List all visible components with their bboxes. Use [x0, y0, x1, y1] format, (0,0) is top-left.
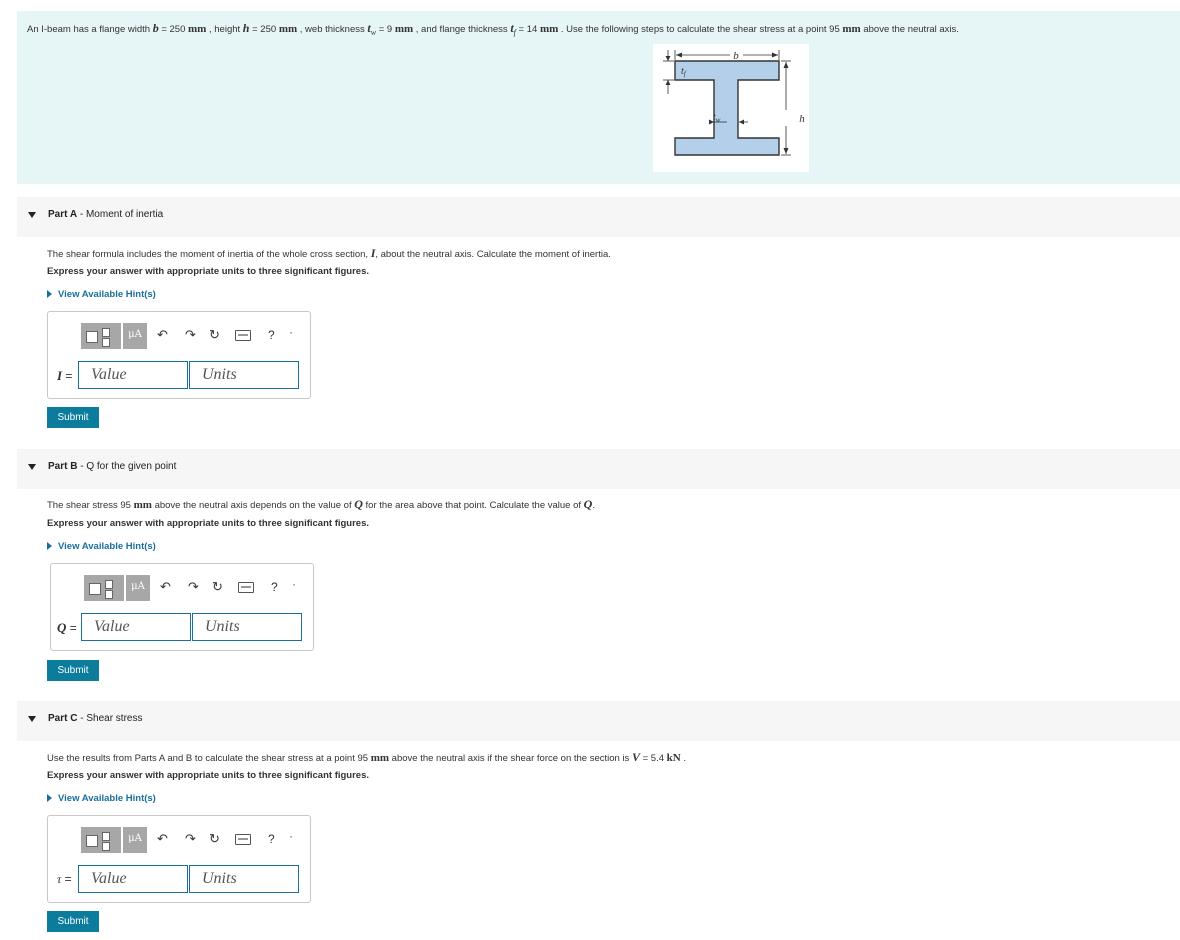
undo-icon[interactable]: ↶ — [157, 831, 168, 847]
problem-text: above the neutral axis. — [860, 24, 959, 35]
part-b-variable-label: Q = — [57, 620, 77, 635]
help-icon[interactable]: ? — [271, 579, 278, 595]
templates-icon[interactable] — [81, 827, 121, 853]
problem-text: , height — [206, 24, 243, 35]
unit-mm: mm — [842, 23, 861, 35]
keyboard-icon[interactable] — [235, 834, 251, 845]
ibeam-diagram: b tf tw h — [653, 44, 809, 172]
reset-icon[interactable]: ↻ — [209, 831, 220, 847]
part-c-answer-box: μA ↶ ↷ ↻ ? · τ = Value Units — [47, 815, 311, 903]
ibeam-cross-section: b tf tw h — [663, 50, 805, 156]
math-toolbar: μA ↶ ↷ ↻ ? · — [81, 827, 301, 853]
problem-text: . Use the following steps to calculate t… — [558, 24, 843, 35]
problem-text: = 250 — [249, 24, 279, 35]
part-a-variable-label: I = — [57, 368, 73, 383]
part-c-variable-label: τ = — [57, 872, 72, 886]
undo-icon[interactable]: ↶ — [160, 579, 171, 595]
part-a-instruction: Express your answer with appropriate uni… — [47, 266, 370, 277]
expand-triangle-icon — [47, 794, 52, 803]
part-a-prompt: The shear formula includes the moment of… — [47, 246, 611, 260]
templates-icon[interactable] — [84, 575, 124, 601]
more-icon[interactable]: · — [292, 577, 296, 591]
part-a-units-input[interactable]: Units — [189, 361, 299, 389]
keyboard-icon[interactable] — [238, 582, 254, 593]
unit-mm: mm — [539, 23, 559, 35]
part-b-units-input[interactable]: Units — [192, 613, 302, 641]
part-b-hint-link[interactable]: View Available Hint(s) — [47, 541, 156, 552]
more-icon[interactable]: · — [289, 829, 293, 843]
part-b-answer-box: μA ↶ ↷ ↻ ? · Q = Value Units — [50, 563, 314, 651]
part-b-value-input[interactable]: Value — [81, 613, 191, 641]
redo-icon[interactable]: ↷ — [185, 831, 196, 847]
templates-icon[interactable] — [81, 323, 121, 349]
part-c-value-input[interactable]: Value — [78, 865, 188, 893]
problem-text: , web thickness — [297, 24, 368, 35]
help-icon[interactable]: ? — [268, 327, 275, 343]
part-c-header[interactable]: Part C - Shear stress — [17, 701, 1180, 741]
redo-icon[interactable]: ↷ — [185, 327, 196, 343]
problem-text: An I-beam has a flange width — [27, 24, 153, 35]
diagram-label-b: b — [733, 50, 739, 62]
more-icon[interactable]: · — [289, 325, 293, 339]
problem-text: = 250 — [158, 24, 189, 35]
undo-icon[interactable]: ↶ — [157, 327, 168, 343]
unit-mm: mm — [394, 23, 414, 35]
collapse-caret-icon[interactable] — [28, 716, 36, 722]
collapse-caret-icon[interactable] — [28, 464, 36, 470]
part-b-title: Part B - Q for the given point — [48, 461, 177, 472]
expand-triangle-icon — [47, 542, 52, 551]
units-symbol-icon[interactable]: μA — [123, 827, 147, 853]
part-c-title: Part C - Shear stress — [48, 713, 143, 724]
problem-text: = 14 — [515, 24, 540, 35]
part-c-units-input[interactable]: Units — [189, 865, 299, 893]
problem-text: = 9 — [376, 24, 395, 35]
units-symbol-icon[interactable]: μA — [126, 575, 150, 601]
math-toolbar: μA ↶ ↷ ↻ ? · — [81, 323, 301, 349]
part-b-prompt: The shear stress 95 mm above the neutral… — [47, 497, 595, 511]
collapse-caret-icon[interactable] — [28, 212, 36, 218]
unit-mm: mm — [188, 23, 207, 35]
help-icon[interactable]: ? — [268, 831, 275, 847]
reset-icon[interactable]: ↻ — [209, 327, 220, 343]
redo-icon[interactable]: ↷ — [188, 579, 199, 595]
part-a-answer-box: μA ↶ ↷ ↻ ? · I = Value Units — [47, 311, 311, 399]
math-toolbar: μA ↶ ↷ ↻ ? · — [84, 575, 304, 601]
part-b-header[interactable]: Part B - Q for the given point — [17, 449, 1180, 489]
problem-statement-panel: An I-beam has a flange width b = 250 mm … — [17, 11, 1180, 184]
part-a-submit-button[interactable]: Submit — [47, 407, 99, 428]
problem-text: , and flange thickness — [413, 24, 511, 35]
reset-icon[interactable]: ↻ — [212, 579, 223, 595]
part-c-prompt: Use the results from Parts A and B to ca… — [47, 750, 686, 764]
units-symbol-icon[interactable]: μA — [123, 323, 147, 349]
diagram-label-h: h — [799, 113, 805, 125]
ibeam-shape — [674, 60, 780, 156]
problem-statement: An I-beam has a flange width b = 250 mm … — [27, 21, 959, 37]
expand-triangle-icon — [47, 290, 52, 299]
part-b-instruction: Express your answer with appropriate uni… — [47, 518, 370, 529]
part-c-hint-link[interactable]: View Available Hint(s) — [47, 793, 156, 804]
keyboard-icon[interactable] — [235, 330, 251, 341]
part-c-instruction: Express your answer with appropriate uni… — [47, 770, 370, 781]
part-b-submit-button[interactable]: Submit — [47, 660, 99, 681]
part-a-title: Part A - Moment of inertia — [48, 209, 164, 220]
unit-mm: mm — [278, 23, 298, 35]
part-a-hint-link[interactable]: View Available Hint(s) — [47, 289, 156, 300]
part-a-value-input[interactable]: Value — [78, 361, 188, 389]
part-c-submit-button[interactable]: Submit — [47, 911, 99, 932]
part-a-header[interactable]: Part A - Moment of inertia — [17, 197, 1180, 237]
